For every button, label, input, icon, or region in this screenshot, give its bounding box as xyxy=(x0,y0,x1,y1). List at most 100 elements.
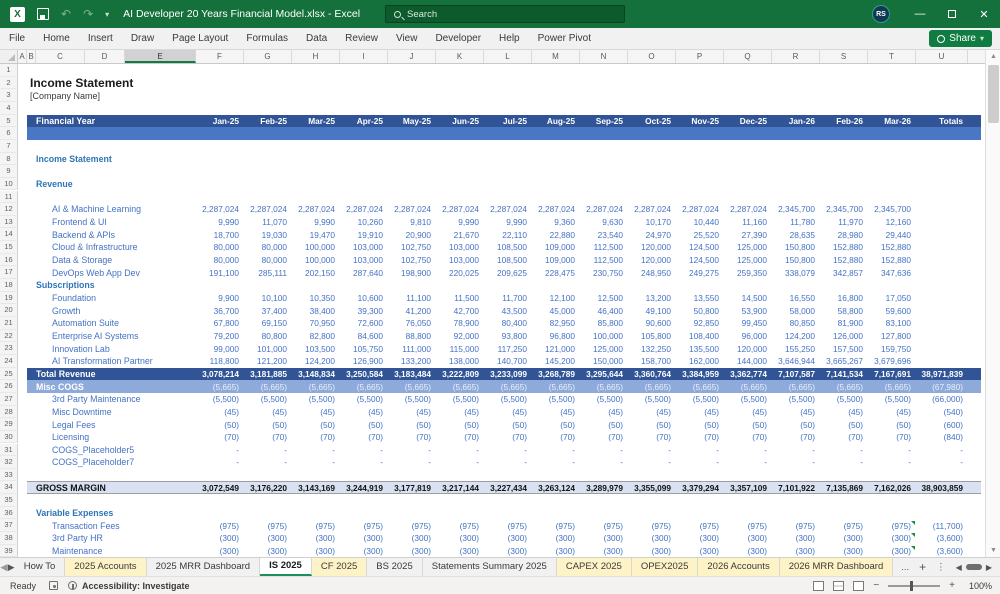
cell[interactable]: 3,263,124 xyxy=(532,483,580,493)
cell[interactable]: (300) xyxy=(532,533,580,543)
cell[interactable]: 100,000 xyxy=(292,255,340,265)
month-header[interactable]: Mar-25 xyxy=(292,116,340,126)
cell[interactable]: 9,990 xyxy=(196,217,244,227)
row-number[interactable]: 14 xyxy=(0,228,18,242)
cell[interactable]: (5,500) xyxy=(388,394,436,404)
row-number[interactable]: 2 xyxy=(0,76,18,90)
cell[interactable]: (50) xyxy=(388,420,436,430)
search-input[interactable]: Search xyxy=(385,5,625,23)
zoom-out-icon[interactable]: − xyxy=(873,580,879,591)
ribbon-tab-home[interactable]: Home xyxy=(34,28,79,49)
cell[interactable]: (5,500) xyxy=(436,394,484,404)
cell[interactable]: (300) xyxy=(436,546,484,556)
cell[interactable]: 7,141,534 xyxy=(820,369,868,379)
cell[interactable]: 109,000 xyxy=(532,255,580,265)
cell-total[interactable]: (3,600) xyxy=(916,533,968,543)
column-header-R[interactable]: R xyxy=(772,50,820,63)
column-header-O[interactable]: O xyxy=(628,50,676,63)
cell[interactable]: - xyxy=(244,445,292,455)
cell[interactable]: 96,800 xyxy=(532,331,580,341)
cell[interactable]: 22,880 xyxy=(532,230,580,240)
cell[interactable]: 38,400 xyxy=(292,306,340,316)
cell[interactable]: 108,500 xyxy=(484,255,532,265)
cell[interactable]: (45) xyxy=(436,407,484,417)
cell[interactable]: (5,500) xyxy=(340,394,388,404)
cell[interactable]: (300) xyxy=(628,533,676,543)
cell[interactable]: 3,384,959 xyxy=(676,369,724,379)
cell[interactable]: 338,079 xyxy=(772,268,820,278)
ribbon-tab-page-layout[interactable]: Page Layout xyxy=(163,28,237,49)
cell[interactable]: (300) xyxy=(436,533,484,543)
cell[interactable]: 3,148,834 xyxy=(292,369,340,379)
cell[interactable]: (5,665) xyxy=(196,382,244,392)
redo-icon[interactable]: ↷ xyxy=(83,7,93,21)
cell[interactable]: 3,295,644 xyxy=(580,369,628,379)
hscroll-thumb[interactable] xyxy=(965,564,982,570)
cell[interactable]: 3,355,099 xyxy=(628,483,676,493)
cell[interactable]: 58,000 xyxy=(772,306,820,316)
cell[interactable]: 19,030 xyxy=(244,230,292,240)
cell[interactable]: 3,181,885 xyxy=(244,369,292,379)
cell[interactable]: (45) xyxy=(724,407,772,417)
cell[interactable]: 2,287,024 xyxy=(340,204,388,214)
cell[interactable]: 3,379,294 xyxy=(676,483,724,493)
row-number[interactable]: 30 xyxy=(0,430,18,444)
cell[interactable]: 3,244,919 xyxy=(340,483,388,493)
cell[interactable]: 16,550 xyxy=(772,293,820,303)
cell[interactable]: 125,000 xyxy=(580,344,628,354)
tabs-scroll-right-icon[interactable]: ▶ xyxy=(7,558,15,576)
row-label[interactable]: Growth xyxy=(18,306,196,316)
cell[interactable]: (300) xyxy=(724,533,772,543)
month-header[interactable]: Jan-26 xyxy=(772,116,820,126)
cell[interactable]: (70) xyxy=(724,432,772,442)
row-number[interactable]: 32 xyxy=(0,456,18,469)
cell[interactable]: - xyxy=(820,457,868,467)
cell[interactable]: 83,100 xyxy=(868,318,916,328)
cell[interactable]: (300) xyxy=(196,533,244,543)
cell[interactable]: (5,665) xyxy=(292,382,340,392)
cell[interactable]: 103,000 xyxy=(340,255,388,265)
row-label[interactable]: COGS_Placeholder7 xyxy=(18,457,196,467)
cell[interactable]: 159,750 xyxy=(868,344,916,354)
cell[interactable]: 29,440 xyxy=(868,230,916,240)
cell[interactable]: (70) xyxy=(484,432,532,442)
cell[interactable]: 3,268,789 xyxy=(532,369,580,379)
cell[interactable]: (70) xyxy=(292,432,340,442)
cell[interactable]: 80,400 xyxy=(484,318,532,328)
horizontal-scrollbar[interactable]: ◀ ▶ xyxy=(956,563,992,572)
cell[interactable]: (975) xyxy=(580,521,628,531)
cell[interactable]: - xyxy=(868,457,916,467)
cell[interactable]: 347,636 xyxy=(868,268,916,278)
cell[interactable]: (70) xyxy=(340,432,388,442)
cell[interactable]: (5,665) xyxy=(580,382,628,392)
cell[interactable]: (70) xyxy=(436,432,484,442)
page-layout-view-icon[interactable] xyxy=(833,580,845,591)
cell[interactable]: (5,665) xyxy=(436,382,484,392)
row-number[interactable]: 5 xyxy=(0,114,18,128)
scroll-up-icon[interactable]: ▲ xyxy=(986,50,1000,63)
cell[interactable]: 11,100 xyxy=(388,293,436,303)
row-label[interactable]: Financial Year xyxy=(27,116,196,126)
cell[interactable]: 22,110 xyxy=(484,230,532,240)
sheet-tab-cf-2025[interactable]: CF 2025 xyxy=(311,558,368,576)
ribbon-tab-draw[interactable]: Draw xyxy=(122,28,163,49)
sheet-tab-is-2025[interactable]: IS 2025 xyxy=(260,558,312,576)
cell[interactable]: (975) xyxy=(868,520,916,531)
cell[interactable]: 150,000 xyxy=(580,356,628,366)
row-label[interactable]: COGS_Placeholder5 xyxy=(18,445,196,455)
cell[interactable]: (5,500) xyxy=(484,394,532,404)
cell[interactable]: - xyxy=(772,457,820,467)
month-header[interactable]: Aug-25 xyxy=(532,116,580,126)
cell[interactable]: - xyxy=(532,445,580,455)
cell[interactable]: 19,910 xyxy=(340,230,388,240)
cell[interactable]: 76,050 xyxy=(388,318,436,328)
cell[interactable]: (5,500) xyxy=(244,394,292,404)
cell[interactable]: (5,500) xyxy=(628,394,676,404)
normal-view-icon[interactable] xyxy=(813,580,825,591)
cell[interactable]: 112,500 xyxy=(580,255,628,265)
cell[interactable]: (5,665) xyxy=(676,382,724,392)
cell[interactable]: 7,167,691 xyxy=(868,369,916,379)
cell[interactable]: 125,000 xyxy=(724,242,772,252)
row-number[interactable]: 15 xyxy=(0,241,18,254)
cell[interactable]: (45) xyxy=(532,407,580,417)
